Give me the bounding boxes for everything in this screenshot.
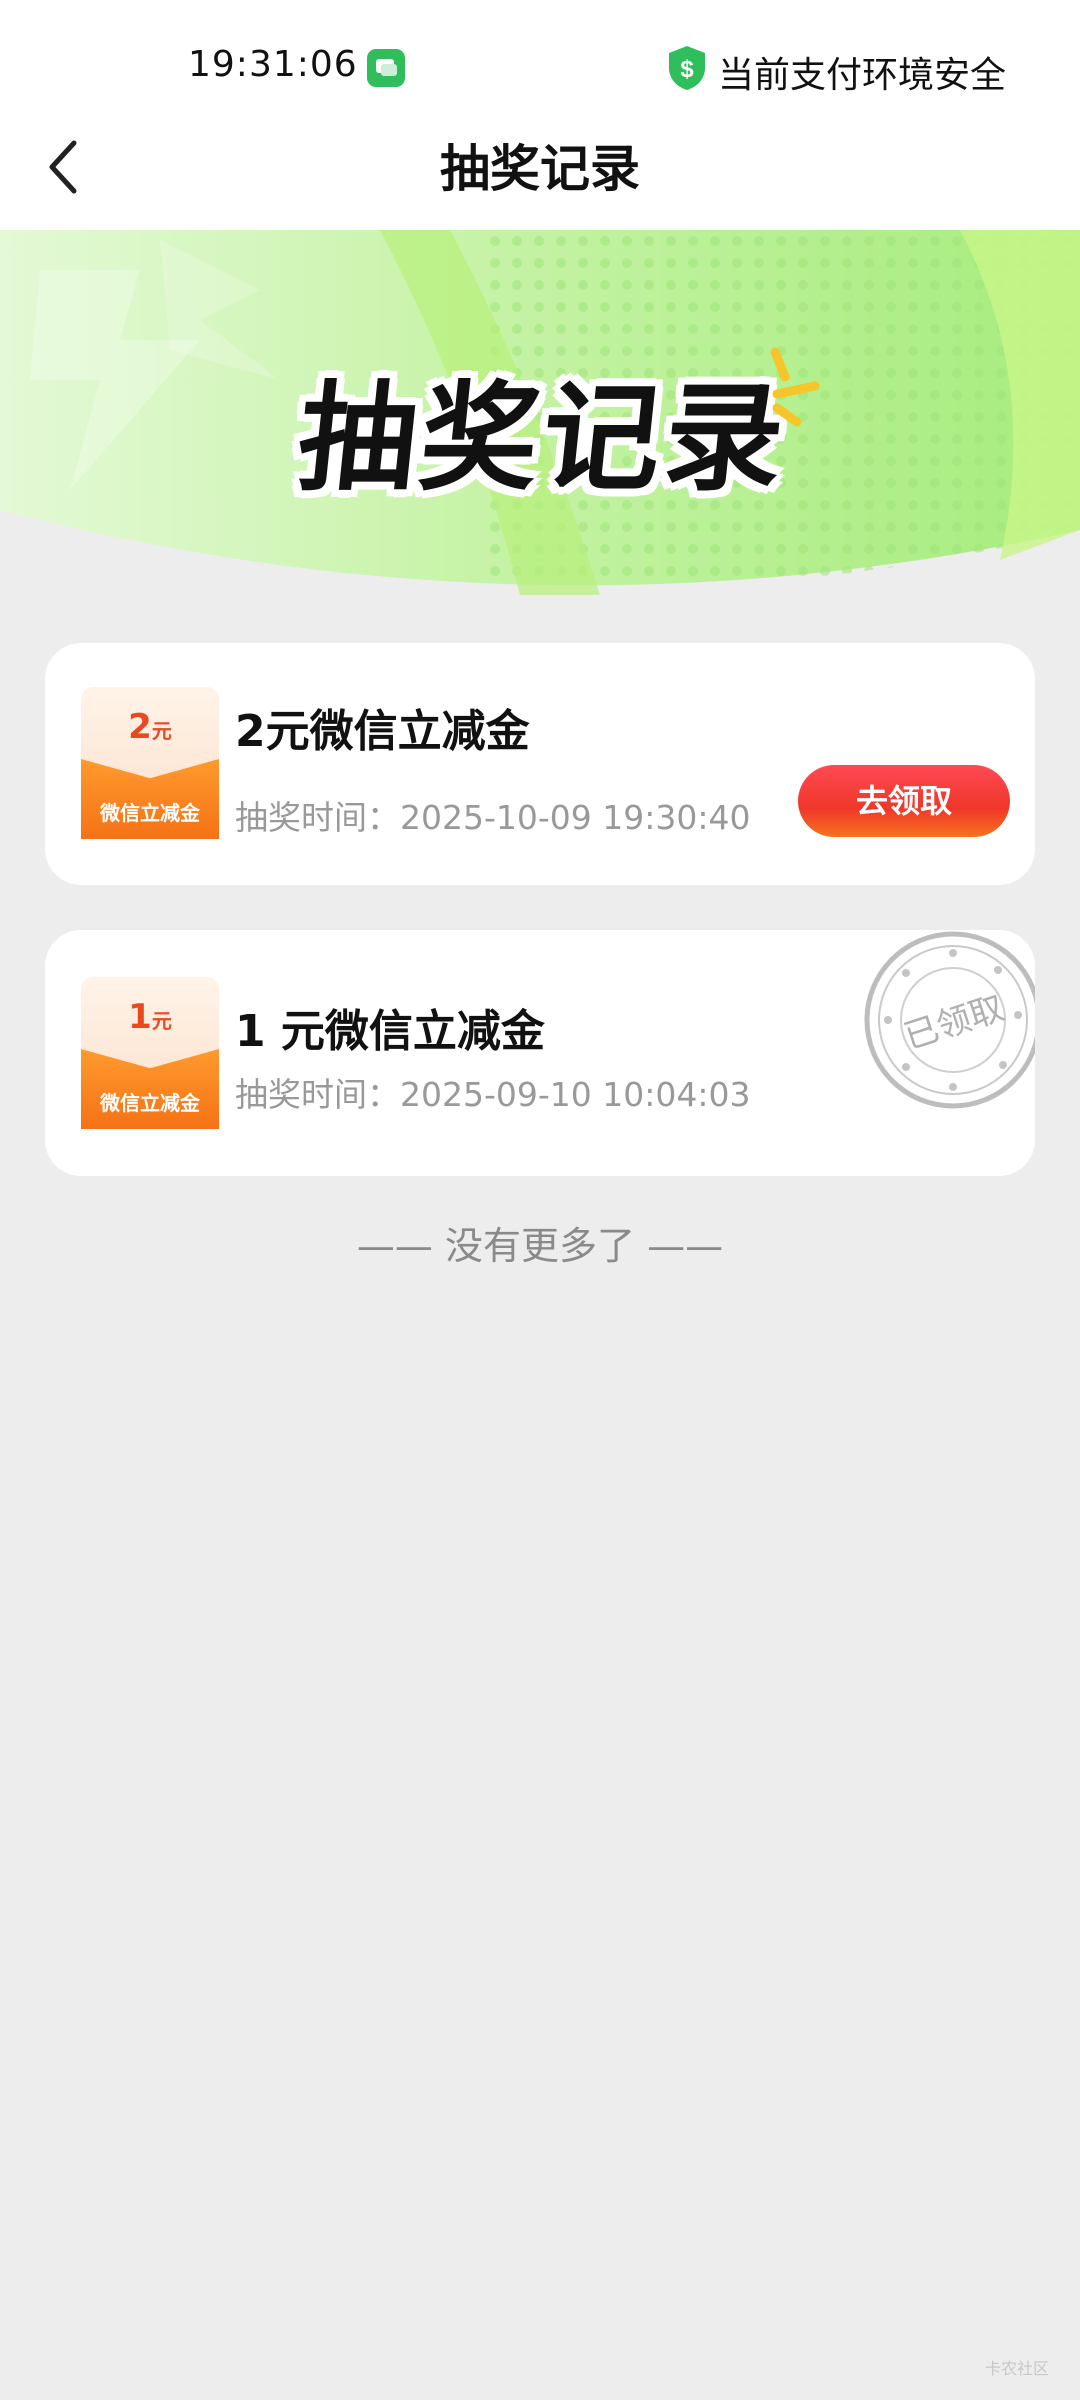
prize-name: 1 元微信立减金 xyxy=(235,1006,545,1057)
prize-name: 2元微信立减金 xyxy=(235,706,530,757)
sparkle-icon xyxy=(755,342,835,432)
draw-time: 抽奖时间：2025-10-09 19:30:40 xyxy=(235,798,751,837)
coupon-amount: 2元 xyxy=(128,707,172,747)
coupon-icon: 2元 微信立减金 xyxy=(81,687,219,839)
banner-title: 抽奖记录 xyxy=(291,369,795,507)
status-bar: 19:31:06 $ 当前支付环境安全 xyxy=(0,0,1080,135)
claimed-stamp: 已领取 xyxy=(858,930,1035,1115)
coupon-icon: 1元 微信立减金 xyxy=(81,977,219,1129)
draw-time: 抽奖时间：2025-09-10 10:04:03 xyxy=(235,1075,751,1114)
status-time: 19:31:06 xyxy=(188,44,358,85)
coupon-amount: 1元 xyxy=(128,997,172,1037)
coupon-label: 微信立减金 xyxy=(100,1091,200,1115)
record-card: 2元 微信立减金 2元微信立减金 抽奖时间：2025-10-09 19:30:4… xyxy=(45,643,1035,885)
page-title: 抽奖记录 xyxy=(440,140,640,198)
claim-button[interactable]: 去领取 xyxy=(798,765,1010,837)
end-of-list-text: —— 没有更多了 —— xyxy=(356,1224,724,1268)
shield-dollar-icon: $ xyxy=(666,44,708,92)
nav-bar: 抽奖记录 xyxy=(0,135,1080,230)
svg-text:$: $ xyxy=(680,56,694,83)
record-card: 1元 微信立减金 1 元微信立减金 抽奖时间：2025-09-10 10:04:… xyxy=(45,930,1035,1176)
watermark: 卡农社区 xyxy=(985,2359,1050,2378)
message-icon xyxy=(367,49,405,87)
payment-safety-text: 当前支付环境安全 xyxy=(718,55,1007,96)
coupon-label: 微信立减金 xyxy=(100,801,200,825)
banner: 抽奖记录 xyxy=(0,230,1080,595)
